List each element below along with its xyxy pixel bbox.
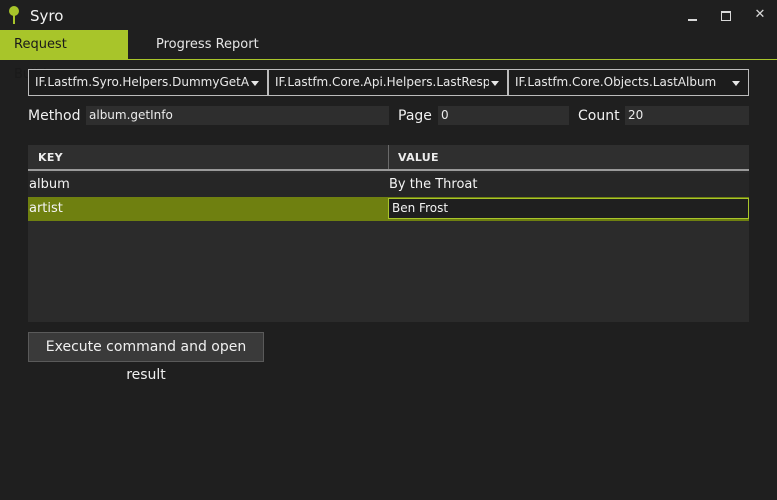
tab-bar: Request Builder Progress Report — [0, 30, 777, 82]
response-type-value: IF.Lastfm.Core.Api.Helpers.LastResponse — [275, 75, 489, 89]
dropdown-arrow-icon — [732, 81, 740, 86]
helper-type-value: IF.Lastfm.Syro.Helpers.DummyGetAsync — [35, 75, 249, 89]
count-label: Count — [578, 108, 620, 124]
app-logo-icon — [9, 6, 19, 24]
column-header-value[interactable]: VALUE — [398, 151, 439, 164]
tab-request-builder[interactable]: Request Builder — [0, 30, 128, 82]
minimize-icon — [687, 18, 697, 21]
object-type-combo[interactable]: IF.Lastfm.Core.Objects.LastAlbum — [508, 69, 749, 96]
row-value: By the Throat — [389, 177, 478, 192]
parameters-grid: KEY VALUE album By the Throat artist Ben… — [28, 145, 749, 322]
close-button[interactable]: ✕ — [747, 4, 773, 26]
window-title: Syro — [30, 7, 64, 25]
column-header-key[interactable]: KEY — [38, 151, 63, 164]
row-value-editor[interactable]: Ben Frost — [388, 198, 749, 219]
row-value: Ben Frost — [392, 201, 449, 215]
dropdown-arrow-icon — [491, 81, 499, 86]
table-row-selected[interactable]: artist Ben Frost — [28, 197, 749, 221]
execute-command-button[interactable]: Execute command and open result — [28, 332, 264, 383]
row-key: artist — [29, 201, 63, 216]
helper-type-combo[interactable]: IF.Lastfm.Syro.Helpers.DummyGetAsync — [28, 69, 268, 96]
close-icon: ✕ — [754, 7, 766, 22]
row-key: album — [29, 177, 70, 192]
maximize-icon — [721, 10, 731, 21]
method-input[interactable]: album.getInfo — [86, 106, 389, 125]
tab-progress-report[interactable]: Progress Report — [142, 30, 273, 59]
column-divider[interactable] — [388, 145, 389, 169]
object-type-value: IF.Lastfm.Core.Objects.LastAlbum — [515, 75, 717, 89]
response-type-combo[interactable]: IF.Lastfm.Core.Api.Helpers.LastResponse — [268, 69, 508, 96]
title-bar: Syro ✕ — [0, 0, 777, 30]
table-row[interactable]: album By the Throat — [28, 173, 749, 197]
page-label: Page — [398, 108, 432, 124]
count-input[interactable]: 20 — [625, 106, 749, 125]
method-label: Method — [28, 108, 81, 124]
maximize-button[interactable] — [713, 4, 739, 26]
dropdown-arrow-icon — [251, 81, 259, 86]
page-input[interactable]: 0 — [438, 106, 569, 125]
grid-header: KEY VALUE — [28, 145, 749, 171]
minimize-button[interactable] — [679, 4, 705, 26]
